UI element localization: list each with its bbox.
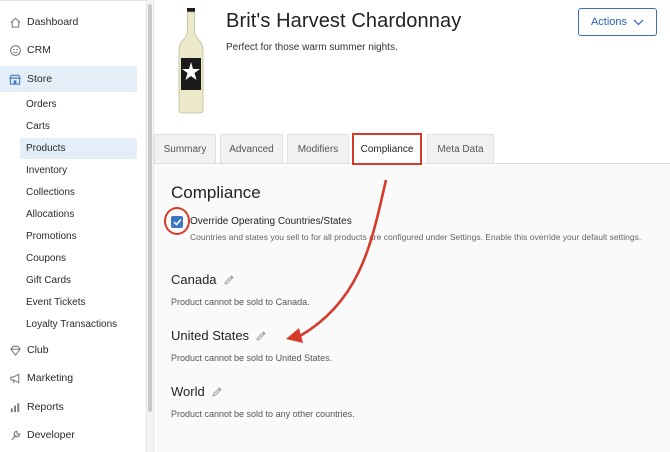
override-checkbox[interactable] (171, 216, 183, 228)
tab-advanced[interactable]: Advanced (220, 134, 283, 163)
sidebar-subitem-collections[interactable]: Collections (20, 182, 137, 203)
tab-label: Summary (163, 143, 207, 155)
store-icon (8, 72, 22, 86)
pencil-icon[interactable] (223, 274, 235, 286)
sidebar-subitem-coupons[interactable]: Coupons (20, 248, 137, 269)
section-title: Compliance (171, 183, 261, 202)
region-name: World (171, 384, 205, 399)
sidebar-subitem-label: Collections (26, 187, 75, 198)
sidebar-item-marketing[interactable]: Marketing (0, 365, 137, 391)
sidebar-subitem-label: Inventory (26, 165, 68, 176)
sidebar-subitem-label: Carts (26, 121, 50, 132)
sidebar-subitem-orders[interactable]: Orders (20, 94, 137, 115)
tab-compliance[interactable]: Compliance (352, 133, 422, 165)
region-note: Product cannot be sold to United States. (171, 353, 333, 363)
sidebar-item-club[interactable]: Club (0, 337, 137, 363)
override-help-text: Countries and states you sell to for all… (190, 232, 642, 242)
sidebar-subitem-inventory[interactable]: Inventory (20, 160, 137, 181)
sidebar-subitem-promotions[interactable]: Promotions (20, 226, 137, 247)
region-canada: Canada (171, 272, 235, 287)
sidebar-subitem-label: Loyalty Transactions (26, 319, 118, 330)
sidebar-item-label: Reports (27, 401, 64, 413)
sidebar-item-dashboard[interactable]: Dashboard (0, 9, 137, 35)
sidebar-subitem-gift-cards[interactable]: Gift Cards (20, 270, 137, 291)
sidebar-item-label: Dashboard (27, 16, 79, 28)
tab-label: Modifiers (297, 143, 339, 155)
sidebar-scrollbar-thumb[interactable] (148, 4, 152, 412)
tab-label: Meta Data (437, 143, 484, 155)
sidebar-subitem-label: Orders (26, 99, 57, 110)
sidebar-item-developer[interactable]: Developer (0, 422, 137, 448)
sidebar-subitem-label: Event Tickets (26, 297, 86, 308)
sidebar-subitem-allocations[interactable]: Allocations (20, 204, 137, 225)
product-header: Brit's Harvest Chardonnay Perfect for th… (154, 0, 670, 128)
sidebar-item-label: Developer (27, 429, 75, 441)
sidebar-subitem-label: Gift Cards (26, 275, 72, 286)
actions-button[interactable]: Actions (578, 8, 657, 36)
wine-bottle-image (178, 8, 204, 114)
sidebar-item-reports[interactable]: Reports (0, 394, 137, 420)
pencil-icon[interactable] (255, 330, 267, 342)
home-icon (8, 15, 22, 29)
region-name: Canada (171, 272, 217, 287)
diamond-icon (8, 343, 22, 357)
override-label[interactable]: Override Operating Countries/States (190, 216, 352, 227)
actions-button-label: Actions (590, 16, 628, 28)
wrench-icon (8, 428, 22, 442)
region-united-states: United States (171, 328, 267, 343)
tab-label: Compliance (360, 143, 414, 155)
sidebar-item-label: CRM (27, 44, 51, 56)
tab-modifiers[interactable]: Modifiers (287, 134, 349, 163)
compliance-panel: Compliance Override Operating Countries/… (154, 165, 670, 452)
sidebar-subitem-label: Coupons (26, 253, 67, 264)
sidebar-item-crm[interactable]: CRM (0, 37, 137, 63)
sidebar-scrollbar[interactable] (146, 0, 154, 452)
sidebar-subitem-products[interactable]: Products (20, 138, 137, 159)
tab-meta-data[interactable]: Meta Data (427, 134, 494, 163)
bar-chart-icon (8, 400, 22, 414)
crm-icon (8, 43, 22, 57)
sidebar-subitem-label: Products (26, 143, 66, 154)
region-name: United States (171, 328, 250, 343)
region-note: Product cannot be sold to Canada. (171, 297, 310, 307)
sidebar-subitem-label: Promotions (26, 231, 77, 242)
sidebar: Dashboard CRM Store Orders Carts Product… (0, 0, 146, 452)
tab-label: Advanced (229, 143, 274, 155)
sidebar-item-label: Store (27, 73, 53, 85)
sidebar-subitem-carts[interactable]: Carts (20, 116, 137, 137)
pencil-icon[interactable] (211, 386, 223, 398)
sidebar-item-label: Marketing (27, 372, 74, 384)
tab-bar: Summary Advanced Modifiers Compliance Me… (154, 133, 670, 165)
sidebar-subitem-label: Allocations (26, 209, 75, 220)
megaphone-icon (8, 371, 22, 385)
product-subtitle: Perfect for those warm summer nights. (226, 42, 398, 53)
product-title: Brit's Harvest Chardonnay (226, 10, 462, 32)
checkmark-icon (172, 218, 182, 226)
sidebar-item-label: Club (27, 344, 49, 356)
sidebar-item-store[interactable]: Store (0, 66, 137, 92)
main-panel: Brit's Harvest Chardonnay Perfect for th… (154, 0, 670, 452)
tab-summary[interactable]: Summary (154, 134, 216, 163)
sidebar-subitem-loyalty-transactions[interactable]: Loyalty Transactions (20, 314, 137, 335)
region-world: World (171, 384, 223, 399)
chevron-down-icon (633, 19, 644, 25)
region-note: Product cannot be sold to any other coun… (171, 409, 355, 419)
sidebar-subitem-event-tickets[interactable]: Event Tickets (20, 292, 137, 313)
